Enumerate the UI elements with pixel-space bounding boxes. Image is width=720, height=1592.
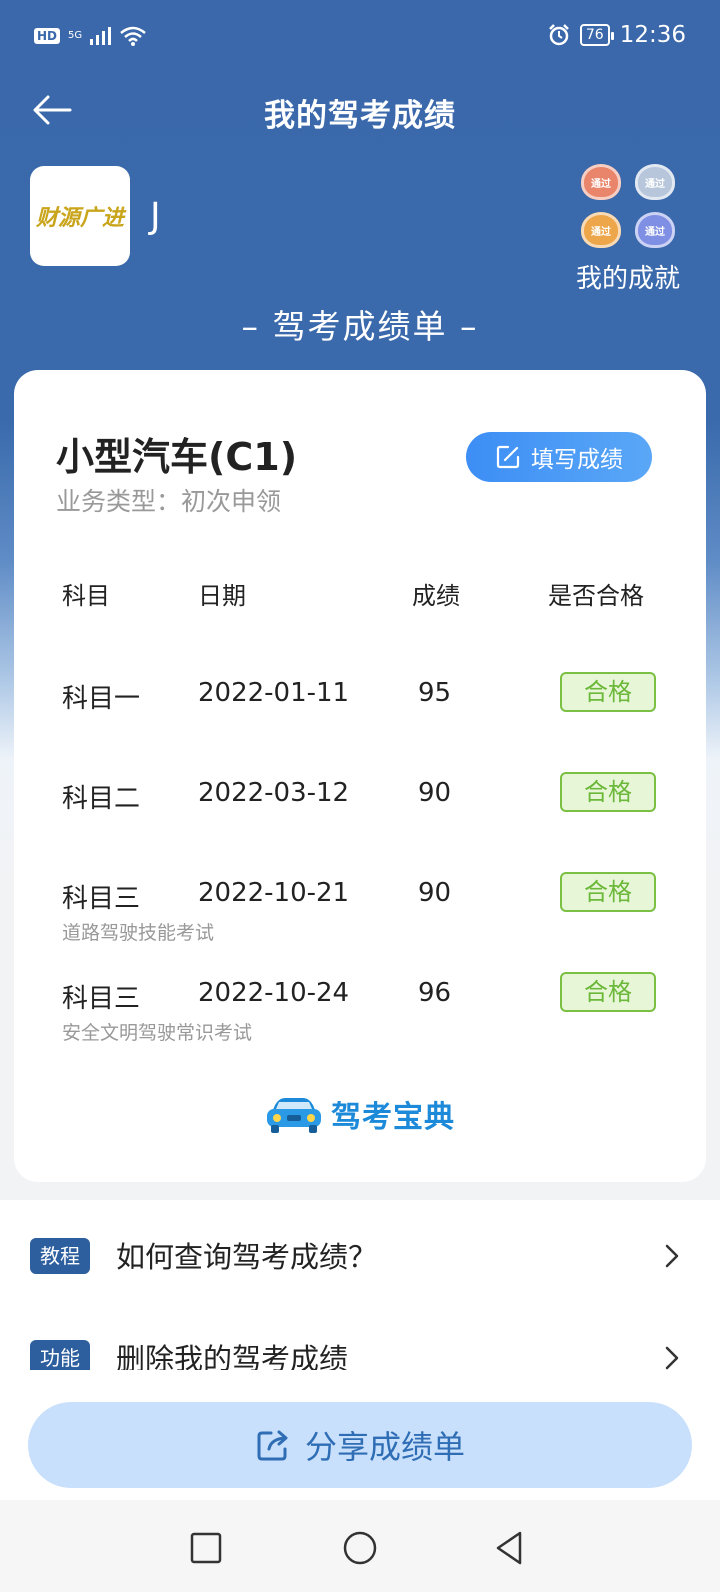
status-bar: HD 5G 76 12:36 [0,0,720,80]
fill-score-button[interactable]: 填写成绩 [466,432,652,482]
wifi-icon [120,26,146,46]
list-item-label: 删除我的驾考成绩 [116,1342,349,1370]
row-score: 90 [418,878,452,908]
battery-indicator: 76 [579,24,614,46]
nav-bar: 我的驾考成绩 [0,80,720,140]
car-icon [267,1098,321,1133]
list-item-tag: 教程 [30,1238,90,1274]
chevron-right-icon [665,1244,679,1268]
fill-score-label: 填写成绩 [531,447,623,473]
col-subject: 科目 [62,582,110,610]
list-item[interactable]: 教程 如何查询驾考成绩？ [0,1218,720,1298]
achievements[interactable]: 通过 通过 通过 通过 我的成就 [568,160,688,295]
row-score: 90 [418,778,452,808]
row-subtitle: 安全文明驾驶常识考试 [62,1022,253,1044]
help-list: 教程 如何查询驾考成绩？ 功能 删除我的驾考成绩 [0,1200,720,1370]
pass-badge: 合格 [560,672,656,712]
silver-medal-icon: 通过 [631,160,679,204]
status-left: HD 5G [34,26,146,46]
table-row: 科目三 2022-10-24 96 合格 安全文明驾驶常识考试 [14,972,706,1058]
pass-badge: 合格 [560,872,656,912]
medal-badge: 通过 [635,212,675,248]
pass-badge: 合格 [560,972,656,1012]
col-passed: 是否合格 [548,582,644,610]
status-right: 76 12:36 [548,22,686,48]
row-subject: 科目二 [62,784,141,814]
table-row: 科目三 2022-10-21 90 合格 道路驾驶技能考试 [14,872,706,958]
share-icon [257,1430,288,1461]
bronze-medal-icon: 通过 [577,160,625,204]
pass-badge: 合格 [560,772,656,812]
avatar[interactable]: 财源广进 [30,166,130,266]
purple-medal-icon: 通过 [631,208,679,252]
gold-medal-icon: 通过 [577,208,625,252]
page-title: 我的驾考成绩 [264,98,456,134]
achievements-label: 我的成就 [575,264,680,294]
score-card: 小型汽车(C1) 业务类型：初次申领 填写成绩 科目 日期 成绩 是否合格 科目… [14,370,706,1182]
medal-grid: 通过 通过 通过 通过 [568,160,688,252]
chevron-right-icon [665,1346,679,1370]
share-label: 分享成绩单 [304,1428,465,1466]
row-subtitle: 道路驾驶技能考试 [62,922,215,944]
row-date: 2022-03-12 [198,778,350,808]
row-score: 96 [418,978,452,1008]
row-score: 95 [418,678,452,708]
alarm-icon [548,24,569,46]
row-subject: 科目三 [62,984,141,1014]
list-item-tag: 功能 [30,1340,90,1370]
vehicle-type: 小型汽车(C1) [56,435,298,479]
share-button[interactable]: 分享成绩单 [28,1402,692,1488]
row-date: 2022-01-11 [198,678,350,708]
back-nav-icon[interactable] [490,1528,530,1568]
list-item[interactable]: 功能 删除我的驾考成绩 [0,1320,720,1370]
clock: 12:36 [619,22,686,48]
section-title: – 驾考成绩单 – [241,307,479,346]
table-row: 科目二 2022-03-12 90 合格 [14,772,706,858]
table-header: 科目 日期 成绩 是否合格 [14,576,706,616]
recents-icon[interactable] [186,1528,226,1568]
edit-icon [496,445,520,469]
system-nav-bar [0,1500,720,1592]
brand-name: 驾考宝典 [331,1100,455,1135]
share-bar: 分享成绩单 [0,1370,720,1500]
username: J [150,196,161,237]
list-item-label: 如何查询驾考成绩？ [116,1240,378,1274]
row-date: 2022-10-21 [198,878,350,908]
signal-icon [90,27,112,45]
row-subject: 科目一 [62,684,141,714]
row-date: 2022-10-24 [198,978,350,1008]
col-score: 成绩 [412,582,460,610]
network-label: 5G [68,30,83,41]
table-row: 科目一 2022-01-11 95 合格 [14,672,706,758]
row-subject: 科目三 [62,884,141,914]
medal-badge: 通过 [635,164,675,200]
medal-badge: 通过 [581,212,621,248]
col-date: 日期 [198,582,246,610]
avatar-image-text: 财源广进 [35,205,124,231]
hd-badge: HD [34,28,61,44]
brand-logo: 驾考宝典 [14,1092,706,1136]
business-type: 业务类型：初次申领 [56,487,282,516]
medal-badge: 通过 [581,164,621,200]
home-icon[interactable] [340,1528,380,1568]
